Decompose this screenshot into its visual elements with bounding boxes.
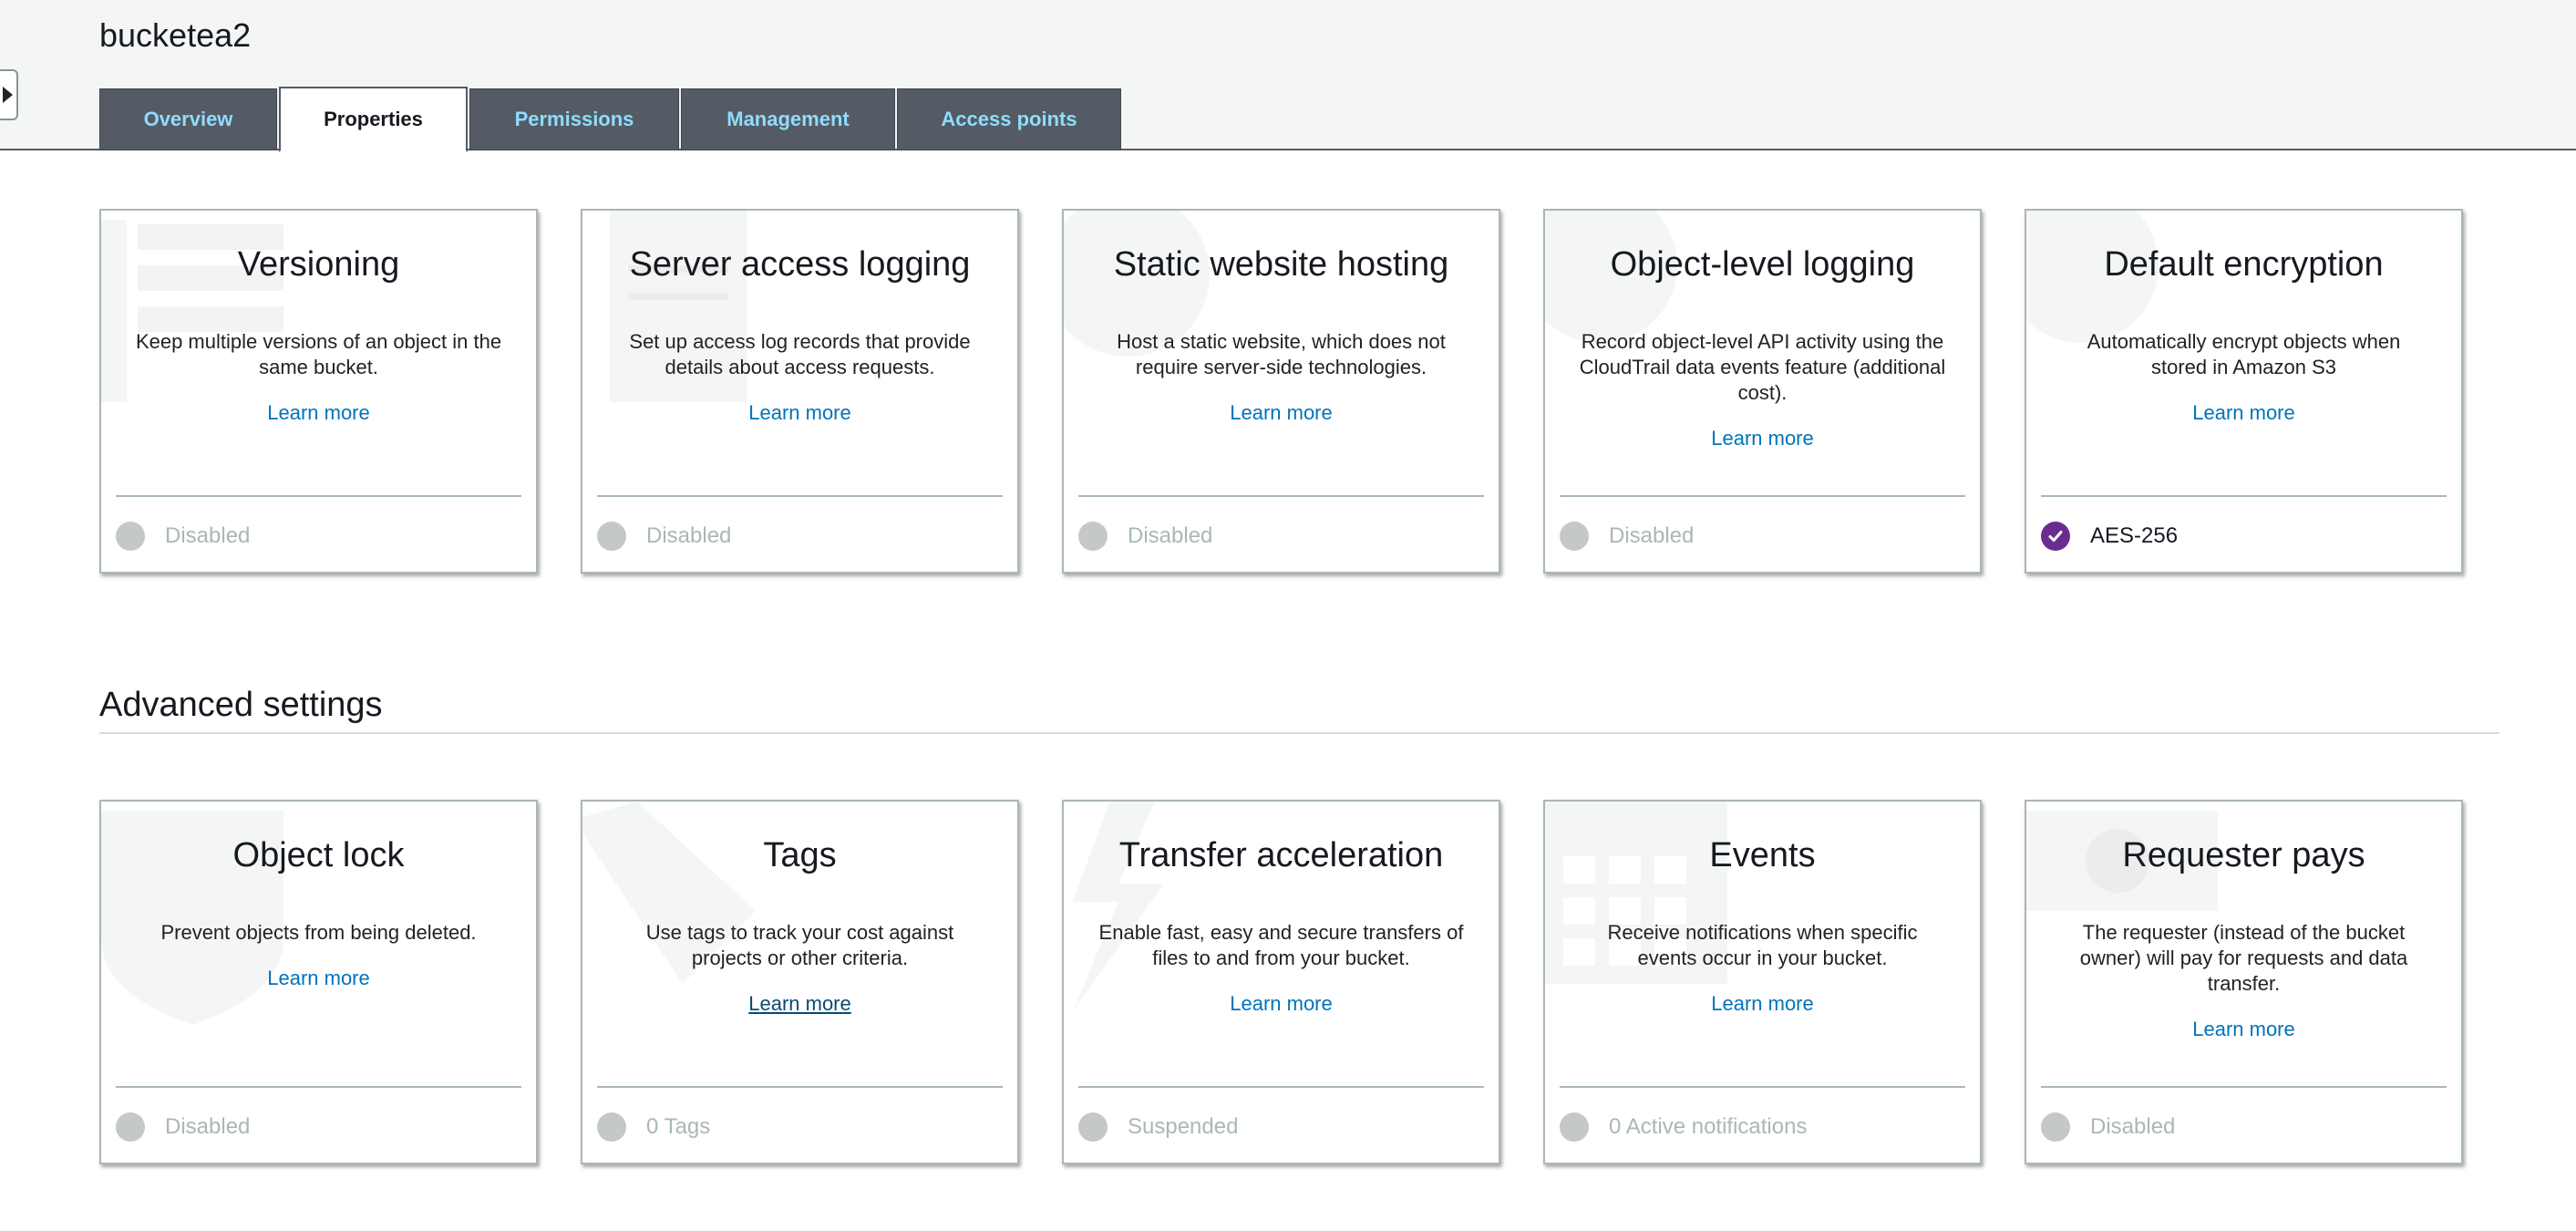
learn-more-link[interactable]: Learn more	[1097, 400, 1466, 426]
card-status: Disabled	[1078, 521, 1212, 552]
tab-properties[interactable]: Properties	[279, 87, 468, 152]
card-status: 0 Active notifications	[1560, 1112, 1807, 1143]
status-disabled-icon	[1560, 522, 1589, 551]
card-status: Disabled	[597, 521, 731, 552]
card-title: Server access logging	[629, 245, 971, 284]
status-text: Disabled	[1609, 523, 1695, 548]
tab-overview[interactable]: Overview	[99, 88, 277, 150]
card-status: AES-256	[2041, 521, 2178, 552]
card-status: 0 Tags	[597, 1112, 710, 1143]
status-text: Disabled	[165, 523, 251, 548]
card-title: Tags	[763, 836, 837, 874]
status-text: Disabled	[646, 523, 732, 548]
status-disabled-icon	[116, 522, 145, 551]
header-band: bucketea2 Overview Properties Permission…	[0, 0, 2576, 152]
learn-more-link[interactable]: Learn more	[134, 400, 503, 426]
card-divider	[1560, 495, 1965, 497]
card-divider	[1078, 1086, 1484, 1088]
object-lock-card[interactable]: Object lock Prevent objects from being d…	[99, 800, 538, 1164]
card-description: Prevent objects from being deleted. Lear…	[134, 920, 503, 991]
card-description: Enable fast, easy and secure transfers o…	[1097, 920, 1466, 1017]
versioning-card[interactable]: Versioning Keep multiple versions of an …	[99, 209, 538, 574]
status-text: Disabled	[1128, 523, 1213, 548]
tab-management[interactable]: Management	[681, 88, 895, 150]
sidebar-expand-toggle[interactable]	[0, 69, 18, 120]
status-disabled-icon	[597, 1112, 626, 1142]
card-description: Automatically encrypt objects when store…	[2059, 329, 2428, 426]
card-title: Transfer acceleration	[1118, 836, 1444, 874]
card-divider	[116, 495, 521, 497]
status-text: AES-256	[2090, 523, 2179, 548]
card-title: Events	[1709, 836, 1816, 874]
learn-more-link[interactable]: Learn more	[2059, 1017, 2428, 1042]
card-title: Requester pays	[2122, 836, 2365, 874]
card-status: Disabled	[116, 521, 250, 552]
card-description: The requester (instead of the bucket own…	[2059, 920, 2428, 1042]
learn-more-link[interactable]: Learn more	[1578, 426, 1947, 451]
card-divider	[597, 495, 1003, 497]
learn-more-link[interactable]: Learn more	[615, 991, 984, 1017]
section-divider	[99, 732, 2499, 734]
bucket-name-title: bucketea2	[99, 16, 252, 54]
tab-permissions[interactable]: Permissions	[469, 88, 679, 150]
status-text: 0 Active notifications	[1609, 1114, 1808, 1139]
object-level-logging-card[interactable]: Object-level logging Record object-level…	[1543, 209, 1982, 574]
bucket-tabs: Overview Properties Permissions Manageme…	[99, 87, 1123, 152]
learn-more-link[interactable]: Learn more	[1578, 991, 1947, 1017]
status-text: Disabled	[2090, 1114, 2176, 1139]
advanced-settings-heading: Advanced settings	[99, 686, 383, 724]
card-divider	[1560, 1086, 1965, 1088]
status-text: Disabled	[165, 1114, 251, 1139]
s3-bucket-properties-page: bucketea2 Overview Properties Permission…	[0, 0, 2576, 1231]
transfer-acceleration-card[interactable]: Transfer acceleration Enable fast, easy …	[1062, 800, 1500, 1164]
learn-more-link[interactable]: Learn more	[615, 400, 984, 426]
card-divider	[2041, 495, 2447, 497]
status-disabled-icon	[597, 522, 626, 551]
card-description: Set up access log records that provide d…	[615, 329, 984, 426]
card-title: Object-level logging	[1610, 245, 1915, 284]
status-disabled-icon	[116, 1112, 145, 1142]
tags-card[interactable]: Tags Use tags to track your cost against…	[581, 800, 1019, 1164]
card-divider	[1078, 495, 1484, 497]
tab-access-points[interactable]: Access points	[897, 88, 1121, 150]
card-description: Record object-level API activity using t…	[1578, 330, 1947, 451]
card-status: Suspended	[1078, 1112, 1238, 1143]
events-card[interactable]: Events Receive notifications when specif…	[1543, 800, 1982, 1164]
card-title: Versioning	[237, 245, 400, 284]
status-text: 0 Tags	[646, 1114, 711, 1139]
status-disabled-icon	[2041, 1112, 2070, 1142]
card-description: Use tags to track your cost against proj…	[615, 920, 984, 1017]
card-description: Receive notifications when specific even…	[1578, 920, 1947, 1017]
learn-more-link[interactable]: Learn more	[2059, 400, 2428, 426]
status-text: Suspended	[1128, 1114, 1239, 1139]
card-title: Default encryption	[2104, 245, 2384, 284]
card-divider	[2041, 1086, 2447, 1088]
server-access-logging-card[interactable]: Server access logging Set up access log …	[581, 209, 1019, 574]
check-circle-icon	[2041, 522, 2070, 551]
default-encryption-card[interactable]: Default encryption Automatically encrypt…	[2025, 209, 2463, 574]
card-description: Host a static website, which does not re…	[1097, 329, 1466, 426]
card-divider	[597, 1086, 1003, 1088]
card-title: Object lock	[232, 836, 405, 874]
requester-pays-card[interactable]: Requester pays The requester (instead of…	[2025, 800, 2463, 1164]
caret-right-icon	[2, 87, 13, 103]
learn-more-link[interactable]: Learn more	[1097, 991, 1466, 1017]
card-description: Keep multiple versions of an object in t…	[134, 330, 503, 426]
static-website-hosting-card[interactable]: Static website hosting Host a static web…	[1062, 209, 1500, 574]
card-title: Static website hosting	[1113, 245, 1449, 284]
card-divider	[116, 1086, 521, 1088]
status-disabled-icon	[1078, 1112, 1108, 1142]
card-status: Disabled	[2041, 1112, 2175, 1143]
status-disabled-icon	[1560, 1112, 1589, 1142]
card-status: Disabled	[116, 1112, 250, 1143]
learn-more-link[interactable]: Learn more	[134, 966, 503, 991]
status-disabled-icon	[1078, 522, 1108, 551]
card-status: Disabled	[1560, 521, 1694, 552]
